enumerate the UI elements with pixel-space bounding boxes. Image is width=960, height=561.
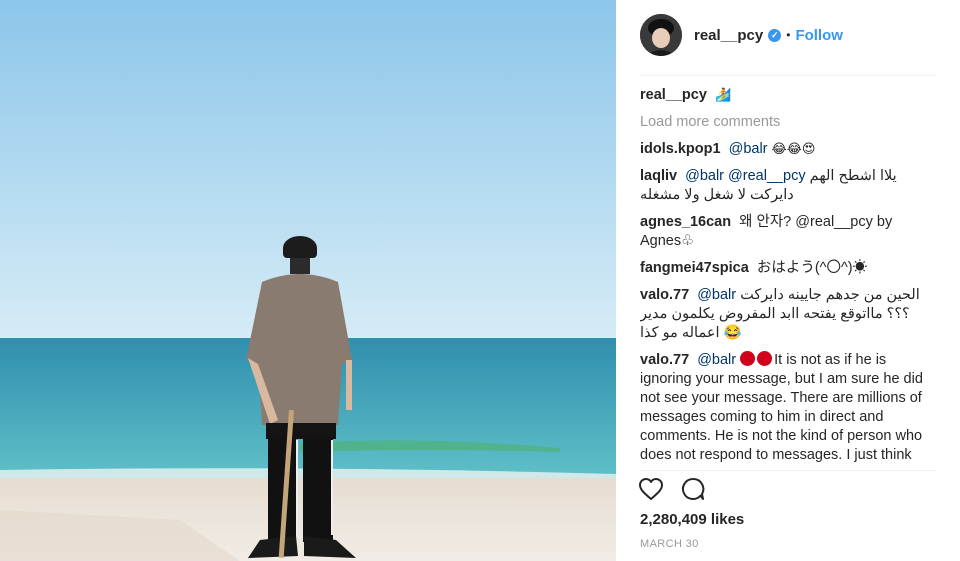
comment-mention[interactable]: @balr — [697, 287, 736, 303]
comment-username[interactable]: agnes_16can — [640, 214, 731, 230]
action-bar — [638, 477, 706, 505]
likes-count[interactable]: 2,280,409 likes — [640, 511, 744, 528]
comment-item: valo.77 @balr الحين من جدهم جايينه دايرك… — [640, 286, 934, 343]
post-date[interactable]: MARCH 30 — [640, 538, 699, 550]
comments-list[interactable]: real__pcy 🏄 Load more comments idols.kpo… — [640, 86, 934, 466]
verified-badge-icon: ✓ — [768, 28, 782, 42]
comment-item: valo.77 @balr It is not as if he is igno… — [640, 351, 934, 466]
comment-mention[interactable]: @balr — [697, 352, 736, 368]
comments-divider — [640, 470, 936, 471]
comment-item: idols.kpop1 @balr 😂😂😍 — [640, 140, 934, 159]
red-circle-icon — [757, 351, 773, 366]
comment-username[interactable]: fangmei47spica — [640, 260, 749, 276]
comment-text: 😂😂😍 — [771, 142, 816, 157]
comment-item: laqliv @balr @real__pcy يلاا اشطح الهم د… — [640, 167, 934, 205]
surfer-emoji: 🏄 — [714, 88, 732, 103]
comment-mention[interactable]: @balr — [729, 141, 768, 157]
username[interactable]: real__pcy — [694, 27, 763, 44]
separator-dot: • — [786, 28, 791, 42]
caption-username[interactable]: real__pcy — [640, 87, 707, 103]
heart-icon[interactable] — [638, 477, 664, 506]
comment-username[interactable]: laqliv — [640, 168, 677, 184]
follow-button[interactable]: Follow — [795, 27, 843, 44]
post-details-pane: real__pcy ✓ • Follow real__pcy 🏄 Load mo… — [616, 0, 960, 561]
red-circle-icon — [740, 351, 756, 366]
comment-mention[interactable]: @balr @real__pcy — [685, 168, 806, 184]
comment-bubble-icon[interactable] — [680, 476, 706, 507]
load-more-comments-button[interactable]: Load more comments — [640, 113, 934, 132]
post-photo[interactable] — [0, 0, 616, 561]
post-header: real__pcy ✓ • Follow — [640, 10, 936, 60]
caption: real__pcy 🏄 — [640, 86, 934, 105]
comment-username[interactable]: idols.kpop1 — [640, 141, 721, 157]
avatar[interactable] — [640, 14, 682, 56]
comment-text: It is not as if he is ignoring your mess… — [640, 352, 923, 463]
comment-username[interactable]: valo.77 — [640, 287, 689, 303]
comment-item: agnes_16can 왜 안자? @real__pcy by Agnes♧ — [640, 213, 934, 251]
comment-username[interactable]: valo.77 — [640, 352, 689, 368]
comment-text: おはよう(^〇^)☀ — [756, 260, 868, 276]
header-divider — [640, 75, 936, 76]
comment-item: fangmei47spica おはよう(^〇^)☀ — [640, 259, 934, 278]
